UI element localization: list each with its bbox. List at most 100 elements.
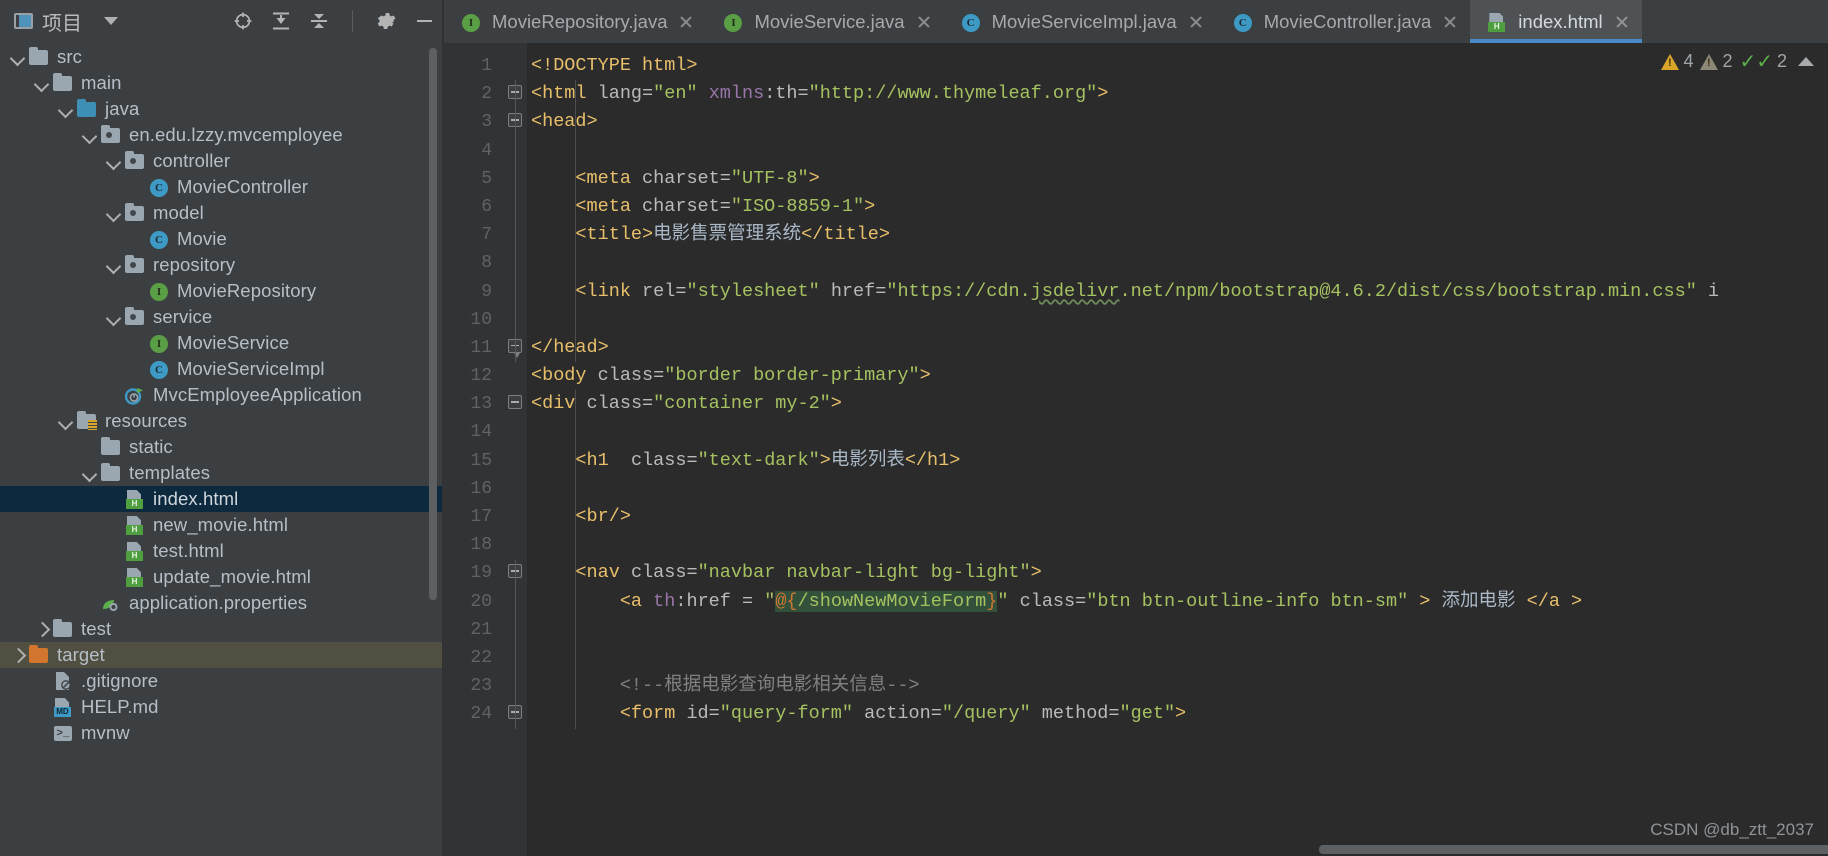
editor-tab[interactable]: Hindex.html [1470, 0, 1642, 43]
tree-item-label: repository [153, 254, 236, 275]
fold-marker-slot [505, 52, 527, 80]
editor-tab[interactable]: C MovieServiceImpl.java [944, 0, 1216, 43]
tree-item[interactable]: controller [0, 148, 443, 174]
chevron-down-icon[interactable] [56, 411, 76, 431]
chevron-down-icon[interactable] [104, 151, 124, 171]
chevron-right-icon[interactable] [32, 619, 52, 639]
fold-marker-slot[interactable] [505, 80, 527, 108]
tree-item-label: update_movie.html [153, 566, 312, 587]
chevron-down-icon[interactable] [104, 203, 124, 223]
warning-count-group[interactable]: 4 [1661, 51, 1693, 72]
fold-collapse-icon[interactable] [508, 395, 522, 410]
tree-item[interactable]: C Movie [0, 226, 443, 252]
close-icon[interactable] [1187, 13, 1205, 31]
chevron-down-icon[interactable] [8, 47, 28, 67]
chevron-up-icon[interactable] [1798, 57, 1814, 66]
line-number: 4 [481, 140, 492, 161]
tree-item[interactable]: test [0, 616, 443, 642]
locate-target-icon[interactable] [232, 10, 254, 32]
tree-item[interactable]: service [0, 304, 443, 330]
check-count-group[interactable]: ✓✓ 2 [1739, 51, 1787, 72]
tree-item[interactable]: Htest.html [0, 538, 443, 564]
editor-hscroll-thumb[interactable] [1319, 845, 1828, 854]
fold-marker-slot[interactable] [505, 390, 527, 418]
indent-guide [575, 80, 577, 363]
tree-item[interactable]: static [0, 434, 443, 460]
project-title-group[interactable]: 项目 [14, 7, 82, 36]
tree-item[interactable]: Hupdate_movie.html [0, 564, 443, 590]
inspection-widget[interactable]: 4 2 ✓✓ 2 [1657, 49, 1818, 74]
fold-marker-slot[interactable] [505, 108, 527, 136]
tree-item[interactable]: target [0, 642, 443, 668]
close-icon[interactable] [915, 13, 933, 31]
source-code[interactable]: <!DOCTYPE html> <html lang="en" xmlns:th=… [527, 43, 1828, 856]
tree-item[interactable]: model [0, 200, 443, 226]
close-icon[interactable] [1613, 13, 1631, 31]
fold-marker-slot[interactable] [505, 700, 527, 728]
tree-item-label: Movie [177, 228, 227, 249]
line-number: 7 [481, 225, 492, 246]
tree-item[interactable]: main [0, 70, 443, 96]
line-number: 23 [470, 676, 492, 697]
code-line: <body class="border border-primary"> [531, 365, 931, 387]
chevron-down-icon[interactable] [32, 73, 52, 93]
folder-gray [100, 463, 122, 483]
collapse-all-icon[interactable] [308, 10, 330, 32]
fold-marker-slot[interactable] [505, 559, 527, 587]
gear-icon[interactable] [375, 10, 397, 32]
tree-item[interactable]: >_ mvnw [0, 720, 443, 746]
interface-icon: I [148, 333, 170, 353]
chevron-down-icon[interactable] [104, 307, 124, 327]
editor-horizontal-scrollbar[interactable] [823, 844, 1828, 856]
tree-item[interactable]: templates [0, 460, 443, 486]
editor-tab[interactable]: C MovieController.java [1216, 0, 1471, 43]
project-scrollbar[interactable] [429, 48, 437, 600]
tree-item[interactable]: C MovieController [0, 174, 443, 200]
editor-tab[interactable]: I MovieRepository.java [444, 0, 706, 43]
project-file-tree[interactable]: src main java en.edu.lzzy.mvcemployee contro… [0, 42, 443, 856]
minimize-icon[interactable] [413, 10, 435, 32]
tree-item[interactable]: MD HELP.md [0, 694, 443, 720]
project-window-icon [14, 13, 33, 29]
tree-item[interactable]: C MovieServiceImpl [0, 356, 443, 382]
fold-marker-slot[interactable] [505, 334, 527, 362]
editor-vertical-scrollbar[interactable] [1816, 86, 1828, 856]
expand-all-icon[interactable] [270, 10, 292, 32]
close-icon[interactable] [677, 13, 695, 31]
tree-item[interactable]: repository [0, 252, 443, 278]
close-icon[interactable] [1441, 13, 1459, 31]
html-file-icon: H [124, 489, 146, 509]
code-folding-gutter[interactable] [505, 43, 527, 856]
fold-marker-slot [505, 447, 527, 475]
chevron-down-icon[interactable] [80, 463, 100, 483]
weak-warning-count-group[interactable]: 2 [1700, 51, 1732, 72]
tree-item[interactable]: en.edu.lzzy.mvcemployee [0, 122, 443, 148]
tree-item[interactable]: resources [0, 408, 443, 434]
chevron-right-icon[interactable] [8, 645, 28, 665]
tree-item[interactable]: Hindex.html [0, 486, 443, 512]
code-editor[interactable]: 1 2 3 4 5 6 7 8 9 10 11 12 13 14 15 16 17 18 19 20 21 22 23 24 … [443, 43, 1828, 856]
tree-item[interactable]: .gitignore [0, 668, 443, 694]
code-line: <title>电影售票管理系统</title> [575, 224, 890, 246]
project-toolbar [232, 10, 435, 32]
tree-item[interactable]: MvcEmployeeApplication [0, 382, 443, 408]
tree-item[interactable]: application.properties [0, 590, 443, 616]
html-file-icon: H [1486, 12, 1508, 32]
html-file-icon: H [124, 567, 146, 587]
code-line: <meta charset="ISO-8859-1"> [575, 195, 876, 217]
chevron-down-icon[interactable] [56, 99, 76, 119]
editor-tab[interactable]: I MovieService.java [706, 0, 943, 43]
tree-item[interactable]: Hnew_movie.html [0, 512, 443, 538]
chevron-down-icon[interactable] [104, 255, 124, 275]
fold-marker-slot [505, 672, 527, 700]
chevron-down-icon[interactable] [104, 17, 118, 25]
tree-item[interactable]: src [0, 44, 443, 70]
tree-item[interactable]: I MovieService [0, 330, 443, 356]
code-line: <html lang="en" xmlns:th="http://www.thy… [531, 83, 1109, 105]
tree-item[interactable]: I MovieRepository [0, 278, 443, 304]
tree-item[interactable]: java [0, 96, 443, 122]
editor-tab-bar[interactable]: I MovieRepository.java I MovieService.java C… [443, 0, 1828, 43]
chevron-down-icon[interactable] [80, 125, 100, 145]
